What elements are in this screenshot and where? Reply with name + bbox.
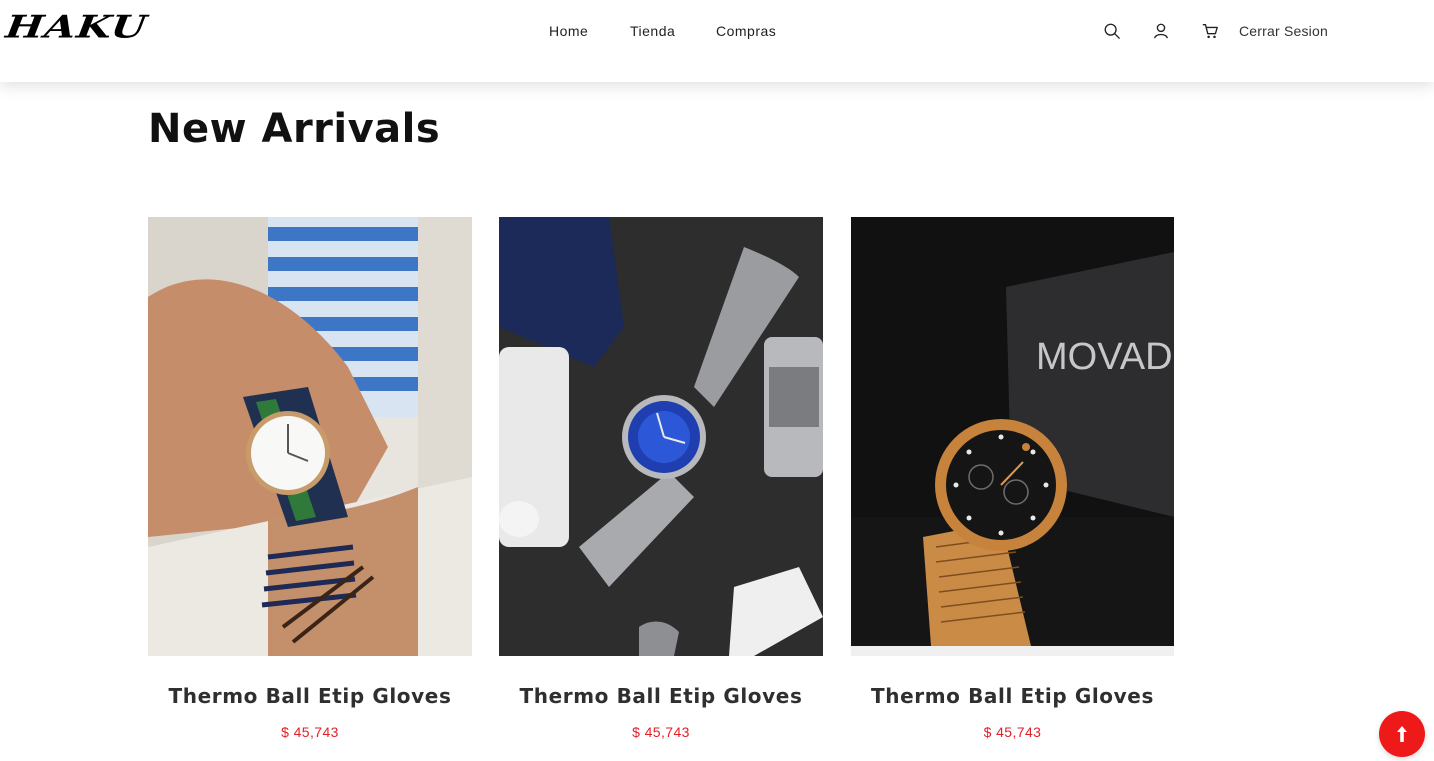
nav-tienda-link[interactable]: Tienda — [630, 22, 690, 40]
search-icon[interactable] — [1103, 22, 1121, 40]
cart-icon[interactable] — [1201, 22, 1219, 40]
product-price: $ 45,743 — [281, 724, 339, 740]
product-price: $ 45,743 — [632, 724, 690, 740]
section-title: New Arrivals — [148, 106, 441, 152]
user-icon[interactable] — [1152, 22, 1170, 40]
product-price: $ 45,743 — [983, 724, 1042, 740]
product-image[interactable]: MOVADO — [851, 217, 1174, 656]
arrow-up-icon — [1397, 726, 1407, 742]
product-card[interactable]: Thermo Ball Etip Gloves $ 45,743 — [148, 217, 472, 747]
logo[interactable]: HAKU — [3, 9, 149, 46]
logout-link[interactable]: Cerrar Sesion — [1239, 23, 1328, 40]
product-name[interactable]: Thermo Ball Etip Gloves — [851, 683, 1174, 709]
product-card[interactable]: Thermo Ball Etip Gloves $ 45,743 — [499, 217, 823, 747]
nav-compras-link[interactable]: Compras — [716, 22, 786, 40]
product-image[interactable] — [499, 217, 823, 656]
scroll-to-top-button[interactable] — [1379, 711, 1425, 757]
product-name[interactable]: Thermo Ball Etip Gloves — [499, 683, 823, 709]
product-card[interactable]: MOVADO Thermo Ball Etip Gloves $ 45,743 — [851, 217, 1174, 747]
product-name[interactable]: Thermo Ball Etip Gloves — [148, 683, 472, 709]
brand-text: MOVADO — [1036, 336, 1174, 378]
site-header: HAKU Home Tienda Compras Cerrar Sesion — [0, 0, 1434, 82]
nav-home-link[interactable]: Home — [549, 22, 609, 40]
product-image[interactable] — [148, 217, 472, 656]
